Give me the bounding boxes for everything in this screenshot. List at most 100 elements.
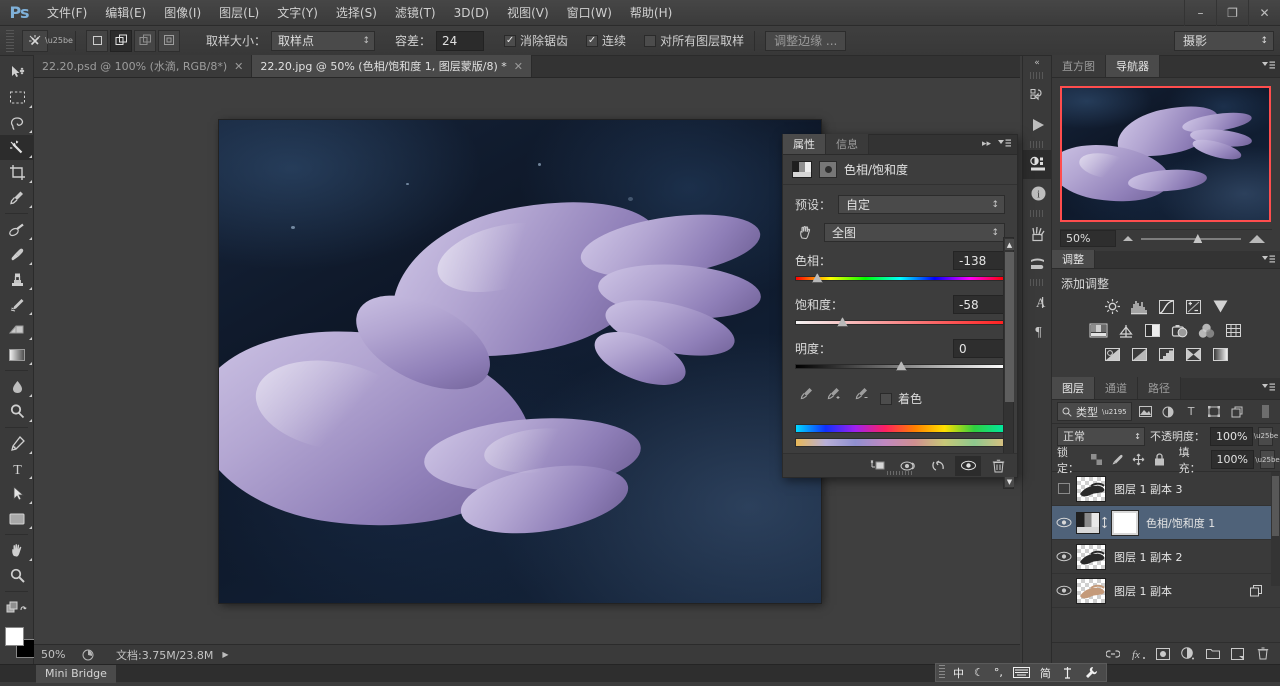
layer-row-copy2[interactable]: 图层 1 副本 2: [1052, 540, 1280, 574]
options-bar-grip[interactable]: [6, 30, 14, 52]
opacity-stepper[interactable]: \u25be: [1258, 427, 1273, 446]
layer-visibility-toggle[interactable]: [1052, 506, 1076, 540]
menu-file[interactable]: 文件(F): [38, 0, 96, 25]
posterize-icon[interactable]: [1130, 346, 1149, 363]
antialias-checkbox-group[interactable]: ✓ 消除锯齿: [504, 32, 568, 49]
hue-saturation-icon[interactable]: [1089, 322, 1108, 339]
panel-menu-icon[interactable]: [1262, 61, 1275, 71]
zoom-slider-track[interactable]: [1141, 238, 1241, 240]
panel-menu-icon[interactable]: [1262, 255, 1275, 265]
panel-resize-grip[interactable]: [887, 471, 913, 475]
pixel-filter-icon[interactable]: [1136, 402, 1155, 421]
color-balance-icon[interactable]: [1116, 322, 1135, 339]
shape-filter-icon[interactable]: [1205, 402, 1224, 421]
lightness-slider[interactable]: [795, 362, 1005, 371]
document-tab-jpg[interactable]: 22.20.jpg @ 50% (色相/饱和度 1, 图层蒙版/8) * ✕: [252, 55, 532, 77]
layer-row-copy3[interactable]: 图层 1 副本 3: [1052, 472, 1280, 506]
zoom-out-icon[interactable]: [1123, 236, 1133, 241]
lock-transparency-icon[interactable]: [1089, 450, 1104, 469]
navigator-thumbnail[interactable]: [1060, 86, 1271, 222]
selective-color-icon[interactable]: [1184, 346, 1203, 363]
toggle-visibility-button[interactable]: [955, 456, 981, 476]
menu-edit[interactable]: 编辑(E): [96, 0, 155, 25]
hue-value-input[interactable]: -138: [953, 251, 1005, 270]
colorize-group[interactable]: 着色: [880, 390, 922, 407]
layer-visibility-toggle[interactable]: [1052, 472, 1076, 506]
lock-position-icon[interactable]: [1131, 450, 1146, 469]
menu-image[interactable]: 图像(I): [155, 0, 210, 25]
all-layers-checkbox[interactable]: [644, 35, 656, 47]
info-panel-icon[interactable]: i: [1023, 179, 1053, 208]
layers-scrollbar-thumb[interactable]: [1272, 476, 1279, 536]
smart-object-filter-icon[interactable]: [1228, 402, 1247, 421]
minimize-button[interactable]: –: [1184, 0, 1216, 26]
all-layers-checkbox-group[interactable]: 对所有图层取样: [644, 32, 744, 49]
maximize-button[interactable]: ❐: [1216, 0, 1248, 26]
tab-channels[interactable]: 通道: [1095, 377, 1138, 399]
properties-scrollbar-thumb[interactable]: [1005, 252, 1014, 402]
opacity-input[interactable]: 100%: [1210, 427, 1253, 446]
foreground-color-swatch[interactable]: [5, 627, 24, 646]
pen-tool[interactable]: [0, 431, 34, 456]
reset-button[interactable]: [925, 456, 951, 476]
intersect-selection-button[interactable]: [158, 30, 180, 52]
ime-punctuation-button[interactable]: °,: [989, 663, 1008, 682]
sample-size-select[interactable]: 取样点: [271, 31, 375, 51]
layer-filter-toggle[interactable]: [1256, 402, 1275, 421]
ime-tools-button[interactable]: [1056, 663, 1079, 682]
layer-style-button[interactable]: fx: [1130, 645, 1145, 663]
menu-filter[interactable]: 滤镜(T): [386, 0, 445, 25]
adjustments-panel-icon[interactable]: [1023, 150, 1053, 179]
add-mask-button[interactable]: [1155, 645, 1170, 663]
vibrance-icon[interactable]: [1211, 298, 1230, 315]
link-layers-button[interactable]: [1105, 645, 1120, 663]
photo-filter-icon[interactable]: [1170, 322, 1189, 339]
antialias-checkbox[interactable]: ✓: [504, 35, 516, 47]
menu-select[interactable]: 选择(S): [327, 0, 386, 25]
layer-mask-thumbnail[interactable]: [1112, 511, 1138, 535]
refine-edge-button[interactable]: 调整边缘 ...: [765, 31, 846, 51]
tab-properties[interactable]: 属性: [783, 134, 826, 154]
lock-image-icon[interactable]: [1110, 450, 1125, 469]
blend-mode-select[interactable]: 正常: [1057, 427, 1145, 446]
healing-brush-tool[interactable]: [0, 217, 34, 242]
expand-panel-icon[interactable]: ▸▸: [982, 139, 991, 149]
layer-row-copy1[interactable]: 图层 1 副本: [1052, 574, 1280, 608]
marquee-tool[interactable]: [0, 85, 34, 110]
blur-tool[interactable]: [0, 374, 34, 399]
hand-tool[interactable]: [0, 538, 34, 563]
type-tool[interactable]: T: [0, 456, 34, 481]
tab-histogram[interactable]: 直方图: [1052, 55, 1106, 77]
tool-preset-chevron-icon[interactable]: \u25be: [53, 30, 65, 52]
range-select[interactable]: 全图: [824, 223, 1005, 242]
link-mask-icon[interactable]: [1100, 516, 1112, 529]
gradient-tool[interactable]: [0, 342, 34, 367]
threshold-icon[interactable]: [1157, 346, 1176, 363]
channel-mixer-icon[interactable]: [1197, 322, 1216, 339]
collapse-panels-icon[interactable]: «: [1023, 56, 1051, 70]
color-swatches[interactable]: [0, 624, 34, 662]
zoom-in-icon[interactable]: [1249, 235, 1265, 243]
layer-thumbnail[interactable]: [1076, 476, 1106, 502]
status-menu-arrow-icon[interactable]: ▶: [222, 650, 228, 659]
adjustment-filter-icon[interactable]: [1159, 402, 1178, 421]
paragraph-panel-icon[interactable]: ¶: [1023, 317, 1053, 346]
eraser-tool[interactable]: [0, 317, 34, 342]
dock-group-grip-2[interactable]: [1030, 141, 1044, 148]
subtract-from-sample-icon[interactable]: [855, 385, 870, 400]
close-button[interactable]: ✕: [1248, 0, 1280, 26]
layer-thumbnail[interactable]: [1076, 578, 1106, 604]
fill-stepper[interactable]: \u25be: [1260, 450, 1275, 469]
eyedropper-icon[interactable]: [799, 385, 814, 400]
tool-extras[interactable]: [0, 595, 34, 620]
curves-icon[interactable]: [1157, 298, 1176, 315]
invert-icon[interactable]: [1103, 346, 1122, 363]
layer-thumbnail[interactable]: [1076, 544, 1106, 570]
panel-menu-icon[interactable]: [998, 139, 1011, 149]
navigator-zoom-slider[interactable]: [1116, 230, 1272, 247]
tolerance-input[interactable]: 24: [436, 31, 484, 51]
history-panel-icon[interactable]: [1023, 81, 1053, 110]
levels-icon[interactable]: [1130, 298, 1149, 315]
menu-view[interactable]: 视图(V): [498, 0, 558, 25]
ime-simplified-button[interactable]: 简: [1035, 663, 1056, 682]
